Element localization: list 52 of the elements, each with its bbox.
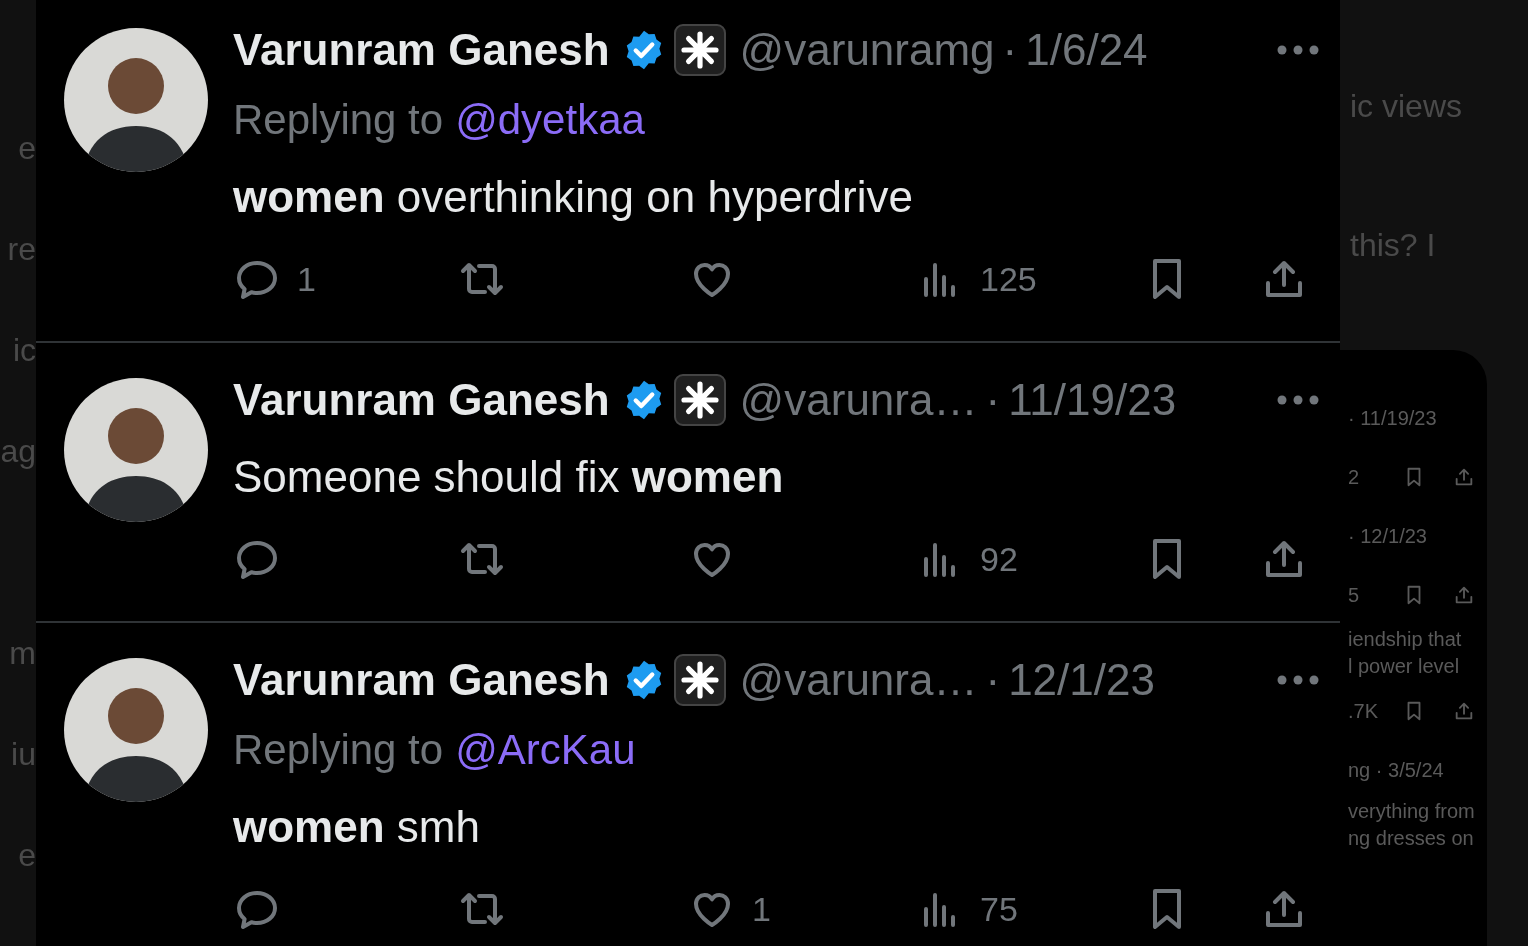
faded-text: this? I (1350, 227, 1437, 264)
user-handle[interactable]: @varunra… (739, 655, 978, 705)
reply-count: 1 (297, 259, 316, 299)
faded-text: 2 (1348, 465, 1360, 489)
faded-text: · 12/1/23 (1348, 524, 1427, 548)
faded-text: ic views (1350, 88, 1463, 125)
views-count: 125 (980, 259, 1037, 299)
post-date[interactable]: 11/19/23 (1008, 375, 1177, 425)
faded-text: ng · 3/5/24 (1348, 758, 1444, 782)
more-icon[interactable] (1276, 674, 1320, 686)
user-name[interactable]: Varunram Ganesh (233, 25, 610, 75)
replying-label: Replying to (233, 726, 444, 774)
faded-text: iu (11, 735, 36, 774)
more-icon[interactable] (1276, 394, 1320, 406)
mention-link[interactable]: @ArcKau (455, 726, 636, 774)
replying-label: Replying to (233, 96, 444, 144)
user-handle[interactable]: @varunramg (739, 25, 995, 75)
faded-text: verything from (1348, 800, 1475, 823)
faded-text: .7K (1348, 699, 1379, 723)
views-count: 92 (980, 539, 1018, 579)
mention-link[interactable]: @dyetkaa (455, 96, 645, 144)
faded-text: m (9, 634, 36, 673)
asterisk-badge-icon (673, 24, 726, 76)
faded-text: e (18, 129, 36, 168)
post-date[interactable]: 1/6/24 (1025, 25, 1148, 75)
user-handle[interactable]: @varunra… (739, 375, 978, 425)
separator-dot: · (985, 375, 1001, 425)
asterisk-badge-icon (673, 374, 726, 426)
like-count: 1 (752, 889, 771, 929)
post-text: Someone should fix women (233, 451, 785, 503)
faded-text: iendship that (1348, 628, 1462, 651)
separator-dot: · (1002, 25, 1018, 75)
post-date[interactable]: 12/1/23 (1008, 655, 1155, 705)
separator-dot: · (985, 655, 1001, 705)
asterisk-badge-icon (673, 654, 726, 706)
share-icon (1453, 584, 1475, 606)
more-icon[interactable] (1276, 44, 1320, 56)
faded-text: l power level (1348, 655, 1460, 678)
faded-text: ng dresses on (1348, 827, 1474, 850)
faded-text: ic (12, 331, 36, 370)
post-text: women overthinking on hyperdrive (233, 171, 914, 223)
faded-text: · 11/19/23 (1348, 406, 1437, 430)
faded-text: e (18, 836, 36, 875)
faded-text: re (7, 230, 36, 269)
user-name[interactable]: Varunram Ganesh (233, 375, 610, 425)
faded-text: ag (0, 432, 36, 471)
share-icon (1453, 466, 1475, 488)
user-name[interactable]: Varunram Ganesh (233, 655, 610, 705)
share-icon (1453, 700, 1475, 722)
faded-text: 5 (1348, 583, 1360, 607)
views-count: 75 (980, 889, 1018, 929)
post-text: women smh (233, 801, 481, 853)
